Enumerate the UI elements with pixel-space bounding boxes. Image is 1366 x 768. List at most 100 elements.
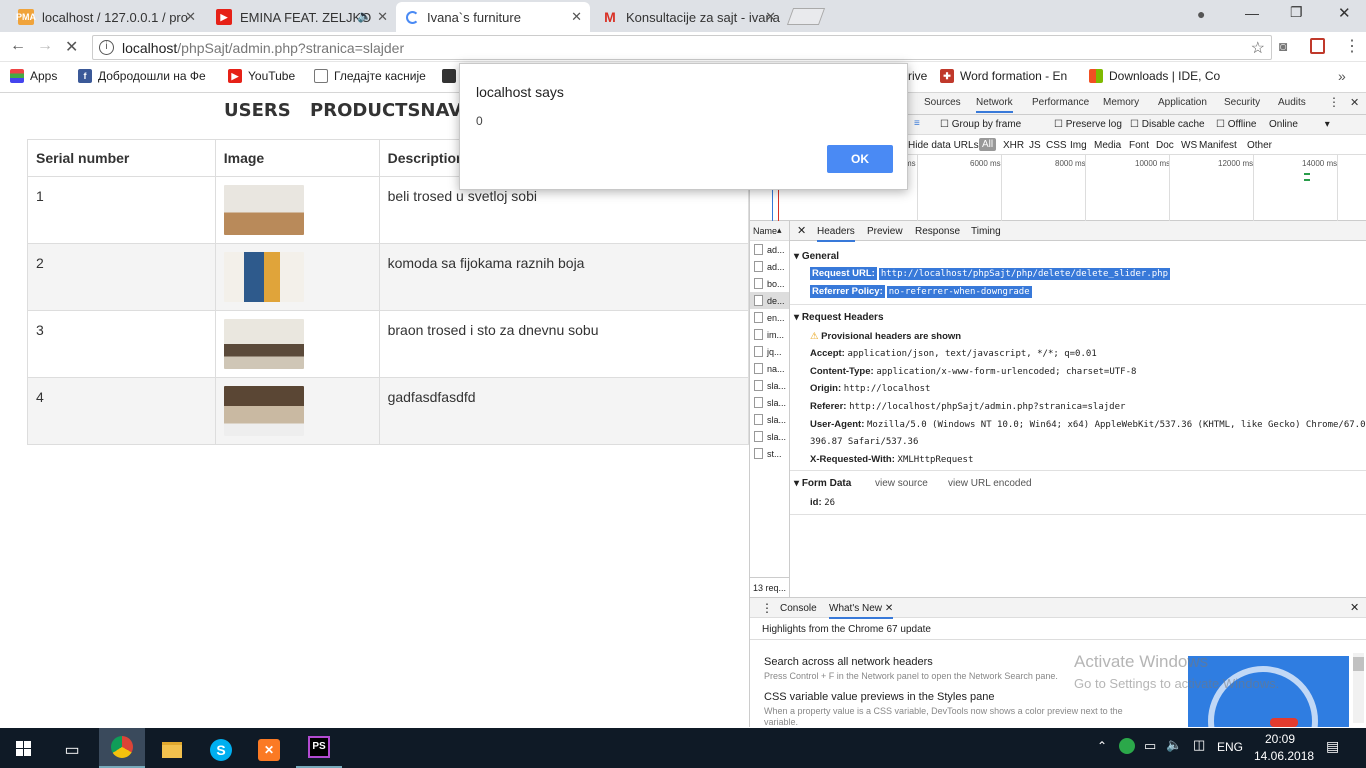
request-row[interactable]: im... xyxy=(750,326,789,343)
minimize-icon[interactable]: — xyxy=(1245,5,1259,21)
type-filter-other[interactable]: Other xyxy=(1247,140,1272,151)
bookmark-word-formation[interactable]: ✚ Word formation - En xyxy=(940,69,1067,83)
ok-button[interactable]: OK xyxy=(827,145,893,173)
info-icon[interactable]: i xyxy=(99,40,114,55)
bookmark-watch-later[interactable]: Гледајте касније xyxy=(314,69,426,83)
tab-performance[interactable]: Performance xyxy=(1032,97,1089,108)
stop-icon[interactable]: ✕ xyxy=(65,37,78,57)
request-row[interactable]: sla... xyxy=(750,377,789,394)
name-column-header[interactable]: Name ▴ xyxy=(750,221,789,241)
drawer-menu-icon[interactable]: ⋮ xyxy=(761,601,773,615)
request-row[interactable]: st... xyxy=(750,445,789,462)
type-filter-manifest[interactable]: Manifest xyxy=(1199,140,1237,151)
type-filter-media[interactable]: Media xyxy=(1094,140,1121,151)
type-filter-xhr[interactable]: XHR xyxy=(1003,140,1024,151)
request-row[interactable]: sla... xyxy=(750,394,789,411)
xampp-icon[interactable]: ✕ xyxy=(246,732,292,768)
account-icon[interactable]: ● xyxy=(1197,6,1205,22)
tab-whats-new[interactable]: What's New ✕ xyxy=(829,603,894,619)
skype-icon[interactable]: S xyxy=(198,732,244,768)
request-row[interactable]: bo... xyxy=(750,275,789,292)
tab-timing[interactable]: Timing xyxy=(971,226,1001,237)
tab-network[interactable]: Network xyxy=(976,97,1013,113)
group-by-frame-checkbox[interactable]: ☐ Group by frame xyxy=(940,119,1021,130)
nav-products-link[interactable]: PRODUCTSNAVI xyxy=(310,100,469,121)
feature-title[interactable]: Search across all network headers xyxy=(764,656,933,668)
type-filter-doc[interactable]: Doc xyxy=(1156,140,1174,151)
type-filter-img[interactable]: Img xyxy=(1070,140,1087,151)
clock-date[interactable]: 14.06.2018 xyxy=(1254,749,1314,763)
scrollbar[interactable] xyxy=(1353,653,1364,723)
tab-ivanas-furniture[interactable]: Ivana`s furniture ✕ xyxy=(396,2,590,32)
disable-cache-checkbox[interactable]: ☐ Disable cache xyxy=(1130,119,1205,130)
window-close-icon[interactable]: ✕ xyxy=(1338,4,1351,22)
bookmark-youtube[interactable]: ▶ YouTube xyxy=(228,69,295,83)
close-icon[interactable]: ✕ xyxy=(185,9,196,25)
tab-application[interactable]: Application xyxy=(1158,97,1207,108)
bookmark-star-icon[interactable]: ☆ xyxy=(1251,38,1265,58)
offline-checkbox[interactable]: ☐ Offline xyxy=(1216,119,1256,130)
tab-headers[interactable]: Headers xyxy=(817,226,855,242)
more-bookmarks-icon[interactable]: » xyxy=(1338,68,1346,84)
tab-response[interactable]: Response xyxy=(915,226,960,237)
filter-icon[interactable]: ≡ xyxy=(914,118,920,129)
type-filter-ws[interactable]: WS xyxy=(1181,140,1197,151)
feature-title[interactable]: CSS variable value previews in the Style… xyxy=(764,691,995,703)
request-row[interactable]: sla... xyxy=(750,411,789,428)
type-filter-js[interactable]: JS xyxy=(1029,140,1041,151)
bookmark-downloads[interactable]: Downloads | IDE, Co xyxy=(1089,69,1220,83)
tray-expand-icon[interactable]: ⌃ xyxy=(1097,739,1107,753)
restore-icon[interactable]: ❐ xyxy=(1290,4,1303,21)
type-filter-css[interactable]: CSS xyxy=(1046,140,1067,151)
extension-icon[interactable] xyxy=(1310,38,1325,54)
forward-icon[interactable]: → xyxy=(37,37,53,55)
form-data-section-toggle[interactable]: ▾ Form Data xyxy=(794,478,851,489)
close-icon[interactable]: ✕ xyxy=(571,9,582,25)
request-row[interactable]: na... xyxy=(750,360,789,377)
bookmark-drive[interactable]: rive xyxy=(908,69,927,83)
bookmark-apps[interactable]: Apps xyxy=(10,69,57,83)
general-section-toggle[interactable]: ▾ General xyxy=(794,251,839,262)
tab-audits[interactable]: Audits xyxy=(1278,97,1306,108)
detail-close-icon[interactable]: ✕ xyxy=(797,224,806,237)
back-icon[interactable]: ← xyxy=(10,37,26,55)
tab-youtube[interactable]: ▶ EMINA FEAT. ZELJKO 🔈 ✕ xyxy=(206,2,396,32)
view-url-encoded-link[interactable]: view URL encoded xyxy=(948,478,1032,489)
clock-time[interactable]: 20:09 xyxy=(1265,732,1295,746)
language-indicator[interactable]: ENG xyxy=(1217,740,1243,754)
drawer-close-icon[interactable]: ✕ xyxy=(1350,601,1359,614)
request-row-selected[interactable]: de... xyxy=(750,292,789,309)
request-row[interactable]: ad... xyxy=(750,258,789,275)
battery-icon[interactable]: ▭ xyxy=(1144,738,1156,754)
tab-preview[interactable]: Preview xyxy=(867,226,903,237)
request-row[interactable]: en... xyxy=(750,309,789,326)
close-icon[interactable]: ✕ xyxy=(765,9,776,25)
utorrent-icon[interactable] xyxy=(1119,738,1135,754)
type-filter-all[interactable]: All xyxy=(979,138,997,151)
volume-icon[interactable]: 🔈 xyxy=(1166,737,1182,753)
tab-security[interactable]: Security xyxy=(1224,97,1260,108)
close-icon[interactable]: ✕ xyxy=(377,9,388,25)
hide-data-urls-checkbox[interactable]: Hide data URLs xyxy=(908,140,979,151)
request-row[interactable]: jq... xyxy=(750,343,789,360)
menu-icon[interactable]: ⋮ xyxy=(1344,36,1360,56)
request-row[interactable]: sla... xyxy=(750,428,789,445)
speaker-icon[interactable]: 🔈 xyxy=(357,9,372,23)
tab-console[interactable]: Console xyxy=(780,603,817,614)
address-bar[interactable]: i localhost/phpSajt/admin.php?stranica=s… xyxy=(92,35,1272,60)
close-icon[interactable]: ✕ xyxy=(885,603,893,614)
file-explorer-icon[interactable] xyxy=(149,732,195,768)
chrome-taskbar-icon[interactable] xyxy=(99,728,145,768)
request-headers-section-toggle[interactable]: ▾ Request Headers xyxy=(794,312,884,323)
action-center-icon[interactable]: ▤ xyxy=(1326,738,1339,755)
scrollbar-thumb[interactable] xyxy=(1353,657,1364,671)
tab-sources[interactable]: Sources xyxy=(924,97,961,108)
devtools-close-icon[interactable]: ✕ xyxy=(1350,96,1359,109)
tab-phpmyadmin[interactable]: PMA localhost / 127.0.0.1 / pro ✕ xyxy=(8,2,204,32)
type-filter-font[interactable]: Font xyxy=(1129,140,1149,151)
network-icon[interactable]: ◫ xyxy=(1193,737,1205,753)
throttling-select[interactable]: Online ▾ xyxy=(1269,119,1330,130)
view-source-link[interactable]: view source xyxy=(875,478,928,489)
new-tab-button[interactable] xyxy=(786,8,826,25)
phpstorm-icon[interactable]: PS xyxy=(296,728,342,768)
